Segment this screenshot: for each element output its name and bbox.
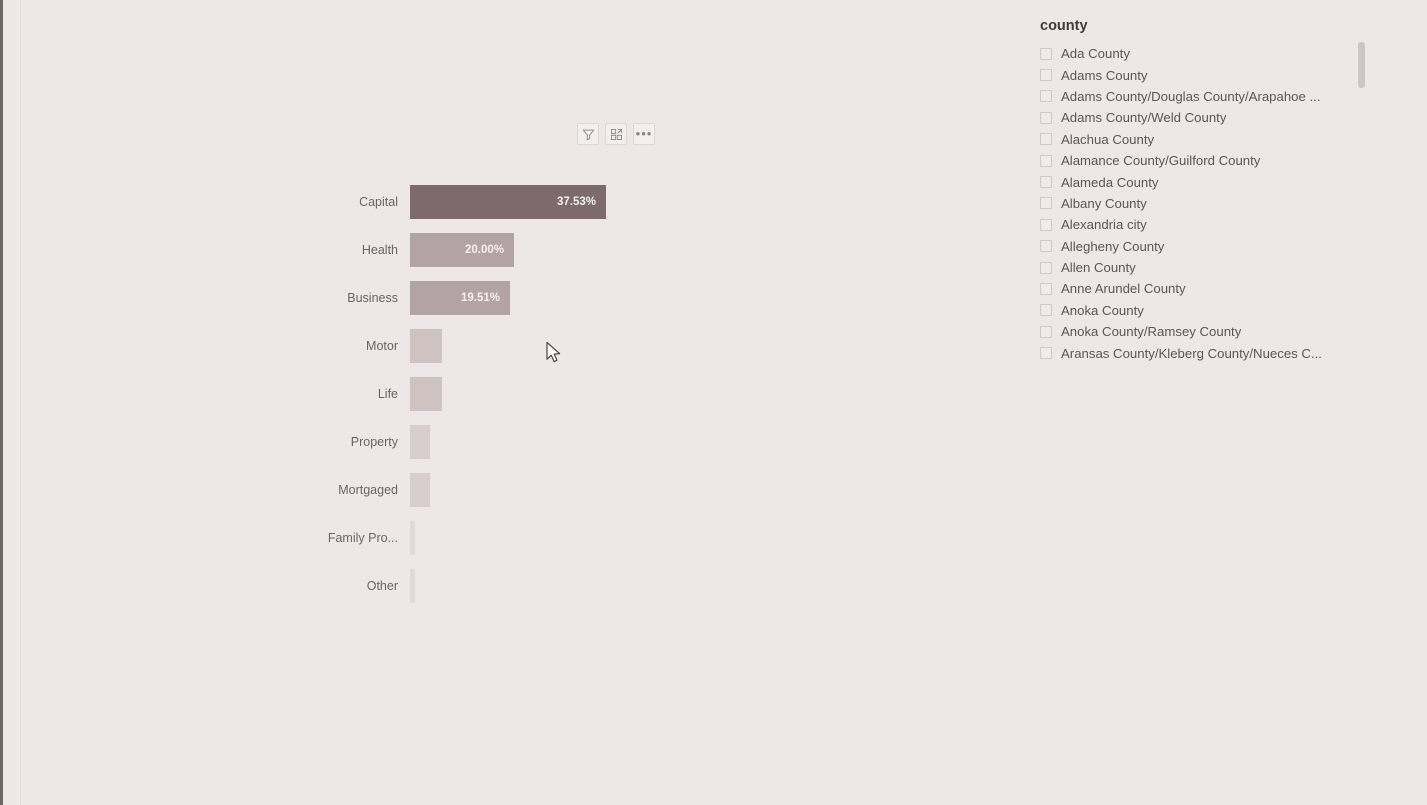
- slicer-title: county: [1040, 18, 1088, 34]
- slicer-item[interactable]: Allegheny County: [1040, 236, 1365, 257]
- checkbox-icon[interactable]: [1040, 47, 1052, 60]
- checkbox-icon[interactable]: [1040, 133, 1052, 146]
- slicer-item[interactable]: Albany County: [1040, 193, 1365, 214]
- chart-bar-row[interactable]: Other: [300, 562, 690, 610]
- slicer-item[interactable]: Adams County: [1040, 64, 1365, 85]
- bar-chart-visual[interactable]: ••• Capital 37.53% Health 20.00% Business 19.…: [300, 118, 690, 618]
- chart-bar-row[interactable]: Life: [300, 370, 690, 418]
- filter-icon[interactable]: [577, 123, 599, 145]
- slicer-item-label: Alameda County: [1061, 174, 1159, 190]
- bar-track: [410, 370, 690, 418]
- slicer-item-label: Aransas County/Kleberg County/Nueces C..…: [1061, 345, 1322, 361]
- slicer-item-label: Alamance County/Guilford County: [1061, 153, 1261, 169]
- visual-header-toolbar: •••: [577, 123, 655, 145]
- slicer-item-label: Adams County/Weld County: [1061, 110, 1227, 126]
- bar-track: [410, 514, 690, 562]
- slicer-item-label: Anne Arundel County: [1061, 281, 1186, 297]
- more-options-icon[interactable]: •••: [633, 123, 655, 145]
- checkbox-icon[interactable]: [1040, 240, 1052, 253]
- chart-bar[interactable]: 20.00%: [410, 233, 514, 267]
- slicer-item-label: Alachua County: [1061, 131, 1155, 147]
- chart-bar-row[interactable]: Family Pro...: [300, 514, 690, 562]
- checkbox-icon[interactable]: [1040, 154, 1052, 167]
- chart-bar[interactable]: [410, 425, 430, 459]
- bar-track: 37.53%: [410, 178, 690, 226]
- checkbox-icon[interactable]: [1040, 261, 1052, 274]
- bar-track: 20.00%: [410, 226, 690, 274]
- slicer-item-label: Alexandria city: [1061, 217, 1147, 233]
- chart-bar[interactable]: [410, 377, 442, 411]
- bar-category-label: Motor: [366, 339, 398, 353]
- chart-bar[interactable]: 37.53%: [410, 185, 606, 219]
- bar-track: [410, 562, 690, 610]
- slicer-scrollbar[interactable]: [1358, 42, 1365, 362]
- slicer-item-label: Adams County/Douglas County/Arapahoe ...: [1061, 88, 1321, 104]
- slicer-item[interactable]: Alexandria city: [1040, 214, 1365, 235]
- chart-bar[interactable]: [410, 329, 442, 363]
- bar-category-label: Mortgaged: [338, 483, 398, 497]
- chart-plot-area: Capital 37.53% Health 20.00% Business 19.51% M…: [300, 178, 690, 608]
- more-options-glyph: •••: [635, 126, 653, 141]
- checkbox-icon[interactable]: [1040, 197, 1052, 210]
- bar-category-label: Business: [347, 291, 398, 305]
- bar-category-label: Capital: [359, 195, 398, 209]
- slicer-item[interactable]: Alameda County: [1040, 171, 1365, 192]
- focus-mode-icon[interactable]: [605, 123, 627, 145]
- window-left-border: [0, 0, 3, 805]
- slicer-item-label: Allen County: [1061, 260, 1136, 276]
- chart-bar[interactable]: 19.51%: [410, 281, 510, 315]
- chart-bar-row[interactable]: Mortgaged: [300, 466, 690, 514]
- slicer-item-label: Anoka County: [1061, 302, 1144, 318]
- slicer-item[interactable]: Aransas County/Kleberg County/Nueces C..…: [1040, 342, 1365, 361]
- chart-bar-row[interactable]: Capital 37.53%: [300, 178, 690, 226]
- slicer-item-label: Anoka County/Ramsey County: [1061, 324, 1242, 340]
- report-canvas: ••• Capital 37.53% Health 20.00% Business 19.…: [0, 0, 1427, 805]
- slicer-item-list[interactable]: Ada County Adams County Adams County/Dougl…: [1040, 43, 1365, 361]
- chart-bar-row[interactable]: Motor: [300, 322, 690, 370]
- slicer-item-label: Allegheny County: [1061, 238, 1165, 254]
- window-inner-divider: [20, 0, 21, 805]
- slicer-item-label: Albany County: [1061, 195, 1147, 211]
- bar-value-label: 37.53%: [556, 196, 596, 208]
- checkbox-icon[interactable]: [1040, 347, 1052, 360]
- bar-track: 19.51%: [410, 274, 690, 322]
- chart-bar[interactable]: [410, 569, 415, 603]
- checkbox-icon[interactable]: [1040, 282, 1052, 295]
- slicer-scrollbar-thumb[interactable]: [1358, 42, 1365, 88]
- bar-track: [410, 322, 690, 370]
- slicer-item[interactable]: Alamance County/Guilford County: [1040, 150, 1365, 171]
- chart-bar[interactable]: [410, 521, 415, 555]
- bar-track: [410, 418, 690, 466]
- chart-bar-row[interactable]: Property: [300, 418, 690, 466]
- slicer-item-label: Adams County: [1061, 67, 1148, 83]
- checkbox-icon[interactable]: [1040, 111, 1052, 124]
- checkbox-icon[interactable]: [1040, 176, 1052, 189]
- slicer-item[interactable]: Alachua County: [1040, 129, 1365, 150]
- checkbox-icon[interactable]: [1040, 90, 1052, 103]
- slicer-item[interactable]: Anne Arundel County: [1040, 278, 1365, 299]
- slicer-item[interactable]: Allen County: [1040, 257, 1365, 278]
- bar-category-label: Property: [350, 435, 398, 449]
- bar-category-label: Other: [366, 579, 398, 593]
- slicer-item[interactable]: Anoka County/Ramsey County: [1040, 321, 1365, 342]
- slicer-item[interactable]: Anoka County: [1040, 300, 1365, 321]
- slicer-item[interactable]: Ada County: [1040, 43, 1365, 64]
- chart-bar-row[interactable]: Business 19.51%: [300, 274, 690, 322]
- slicer-item[interactable]: Adams County/Douglas County/Arapahoe ...: [1040, 86, 1365, 107]
- checkbox-icon[interactable]: [1040, 325, 1052, 338]
- county-slicer-visual[interactable]: county Ada County Adams County Adams Count…: [1040, 18, 1380, 373]
- bar-value-label: 20.00%: [464, 244, 504, 256]
- bar-value-label: 19.51%: [460, 292, 500, 304]
- slicer-item-label: Ada County: [1061, 46, 1130, 62]
- checkbox-icon[interactable]: [1040, 69, 1052, 82]
- bar-track: [410, 466, 690, 514]
- slicer-item[interactable]: Adams County/Weld County: [1040, 107, 1365, 128]
- bar-category-label: Family Pro...: [327, 531, 398, 545]
- bar-category-label: Life: [377, 387, 398, 401]
- chart-bar-row[interactable]: Health 20.00%: [300, 226, 690, 274]
- checkbox-icon[interactable]: [1040, 218, 1052, 231]
- checkbox-icon[interactable]: [1040, 304, 1052, 317]
- chart-bar[interactable]: [410, 473, 430, 507]
- bar-category-label: Health: [361, 243, 398, 257]
